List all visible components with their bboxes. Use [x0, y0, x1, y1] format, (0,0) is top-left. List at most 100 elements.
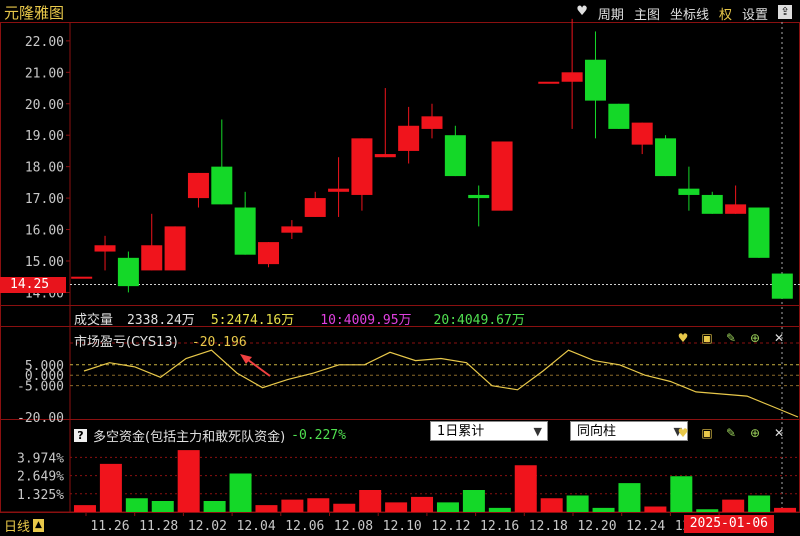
candle-up — [141, 245, 163, 271]
candle-down — [678, 188, 700, 195]
volume-value: 2338.24万 — [127, 313, 195, 328]
candle-up — [491, 141, 513, 211]
money-bar-down — [488, 507, 511, 512]
zoom-icon[interactable]: ⊕ — [748, 331, 762, 345]
money-bar-down — [125, 498, 148, 512]
candle-up — [94, 245, 116, 252]
x-tick-label: 12.06 — [285, 519, 324, 534]
candle-up — [258, 242, 280, 265]
heart-icon[interactable]: ♥ — [676, 426, 690, 440]
zoom-icon[interactable]: ⊕ — [748, 426, 762, 440]
indicator-name: 市场盈亏(CYS13) — [74, 335, 178, 350]
candle-up — [631, 122, 653, 145]
candle-up — [538, 81, 560, 84]
x-tick-label: 12.10 — [383, 519, 422, 534]
indicator-legend: 市场盈亏(CYS13) -20.196 — [74, 331, 247, 350]
money-flow-tick-label: 3.974% — [17, 451, 64, 466]
crosshair-button[interactable]: 坐标线 — [670, 4, 709, 23]
indicator-panel-icons: ♥ ▣ ✎ ⊕ ✕ — [676, 331, 786, 345]
money-bar-down — [566, 495, 589, 512]
candle-up — [725, 204, 747, 214]
x-tick-label: 12.02 — [188, 519, 227, 534]
x-tick-label: 12.18 — [529, 519, 568, 534]
money-bar-down — [670, 476, 693, 512]
cursor-date-badge: 2025-01-06 — [683, 515, 774, 533]
money-bar-up — [540, 498, 563, 512]
candle-down — [468, 194, 490, 199]
settings-button[interactable]: 设置 — [742, 4, 768, 23]
money-bar-down — [151, 501, 174, 512]
candle-up — [351, 138, 373, 195]
money-bar-down — [203, 501, 226, 512]
pin-icon[interactable]: ✎ — [724, 331, 738, 345]
money-bar-up — [99, 463, 122, 512]
volume-legend: 成交量 2338.24万 5:2474.16万 10:4009.95万 20:4… — [74, 309, 525, 328]
bar-style-select-value: 同向柱 — [577, 424, 617, 439]
money-bar-up — [722, 499, 745, 512]
money-flow-panel-icons: ♥ ▣ ✎ ⊕ ✕ — [676, 426, 786, 440]
money-bar-up — [73, 505, 96, 512]
price-tick-label: 21.00 — [25, 66, 64, 81]
indicator-tick-label: -5.000 — [17, 380, 64, 395]
help-icon[interactable]: ? — [74, 429, 87, 442]
candle-down — [117, 257, 139, 287]
money-bar-up — [281, 499, 304, 512]
x-tick-label: 12.04 — [237, 519, 276, 534]
candle-up — [281, 226, 303, 233]
money-bar-up — [359, 490, 382, 512]
candle-up — [328, 188, 350, 192]
period-button[interactable]: 周期 — [598, 4, 624, 23]
x-tick-label: 11.26 — [90, 519, 129, 534]
money-bar-down — [696, 509, 719, 512]
close-icon[interactable]: ✕ — [772, 331, 786, 345]
stock-title: 元隆雅图 — [4, 4, 65, 22]
volume-label: 成交量 — [74, 313, 114, 328]
money-bar-down — [748, 495, 771, 512]
price-tick-label: 17.00 — [25, 192, 64, 207]
candle-up — [421, 116, 443, 129]
export-icon[interactable]: ⇪ — [778, 5, 792, 19]
bar-style-select[interactable]: 同向柱 ▼ — [570, 421, 688, 441]
favorite-heart-icon[interactable]: ♥ — [576, 4, 588, 23]
accumulate-select-value: 1日累计 — [437, 424, 485, 439]
x-tick-label: 12.16 — [480, 519, 519, 534]
candle-up — [561, 72, 583, 82]
money-bar-up — [333, 503, 356, 512]
accumulate-select[interactable]: 1日累计 ▼ — [430, 421, 548, 441]
price-tick-label: 18.00 — [25, 161, 64, 176]
candle-down — [211, 166, 233, 205]
main-chart-button[interactable]: 主图 — [634, 4, 660, 23]
window-icon[interactable]: ▣ — [700, 331, 714, 345]
window-icon[interactable]: ▣ — [700, 426, 714, 440]
money-flow-value: -0.227% — [291, 428, 346, 443]
candle-down — [444, 135, 466, 177]
current-price-badge: 14.25 — [0, 277, 66, 293]
candle-down — [584, 59, 606, 101]
volume-ma5: 5:2474.16万 — [210, 313, 295, 328]
period-indicator[interactable]: 日线 ▲ — [4, 516, 45, 535]
pin-icon[interactable]: ✎ — [724, 426, 738, 440]
candle-up — [71, 276, 93, 279]
money-bar-down — [592, 507, 615, 512]
candle-up — [398, 125, 420, 151]
candle-down — [234, 207, 256, 255]
candle-down — [655, 138, 677, 177]
heart-icon[interactable]: ♥ — [676, 331, 690, 345]
money-bar-down — [462, 490, 485, 512]
volume-ma20: 20:4049.67万 — [433, 313, 525, 328]
x-tick-label: 11.28 — [139, 519, 178, 534]
candle-down — [608, 103, 630, 129]
x-tick-label: 12.08 — [334, 519, 373, 534]
candle-down — [748, 207, 770, 258]
money-bar-up — [774, 507, 797, 512]
candle-up — [164, 226, 186, 271]
rights-button[interactable]: 权 — [719, 4, 732, 23]
lock-icon: ▲ — [33, 519, 45, 532]
money-flow-tick-label: 1.325% — [17, 488, 64, 503]
indicator-line — [83, 349, 799, 418]
candle-down — [771, 273, 793, 299]
candle-up — [304, 198, 326, 217]
price-tick-label: 22.00 — [25, 35, 64, 50]
candle-down — [701, 194, 723, 214]
close-icon[interactable]: ✕ — [772, 426, 786, 440]
